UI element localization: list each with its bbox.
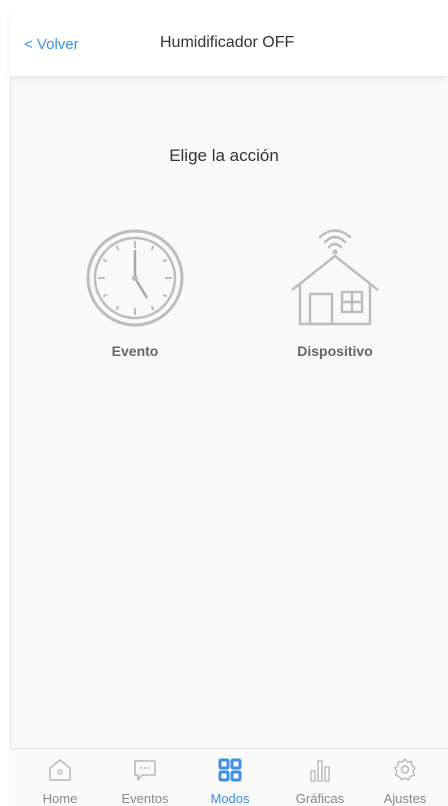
clock-icon [86,229,184,327]
screen-frame [10,10,448,805]
action-prompt: Elige la acción [169,146,279,165]
tab-ajustes-label: Ajustes [383,791,427,806]
tab-eventos[interactable]: Eventos [105,749,185,806]
option-dispositivo-label: Dispositivo [297,343,373,359]
tab-ajustes[interactable]: Ajustes [365,749,445,806]
gear-icon [394,758,416,781]
bottom-tab-bar: Home Eventos Modos Gráficas Ajustes [10,748,448,806]
grid-icon [218,758,242,782]
smart-home-icon [291,229,379,326]
tab-eventos-label: Eventos [121,791,169,806]
option-dispositivo[interactable]: Dispositivo [270,228,400,359]
bar-chart-icon [310,760,330,782]
chat-bubble-icon [134,760,156,781]
tab-graficas[interactable]: Gráficas [280,749,360,806]
tab-modos-label: Modos [210,791,250,806]
page-title: Humidificador OFF [160,34,295,51]
tab-home[interactable]: Home [20,749,100,806]
option-evento-label: Evento [111,343,159,359]
tab-graficas-label: Gráficas [295,791,345,806]
option-evento[interactable]: Evento [70,228,200,359]
back-button[interactable]: < Volver [24,36,79,53]
tab-modos[interactable]: Modos [190,749,270,806]
home-icon [49,759,71,781]
tab-home-label: Home [42,791,78,806]
header-bar: < Volver Humidificador OFF [10,10,448,76]
